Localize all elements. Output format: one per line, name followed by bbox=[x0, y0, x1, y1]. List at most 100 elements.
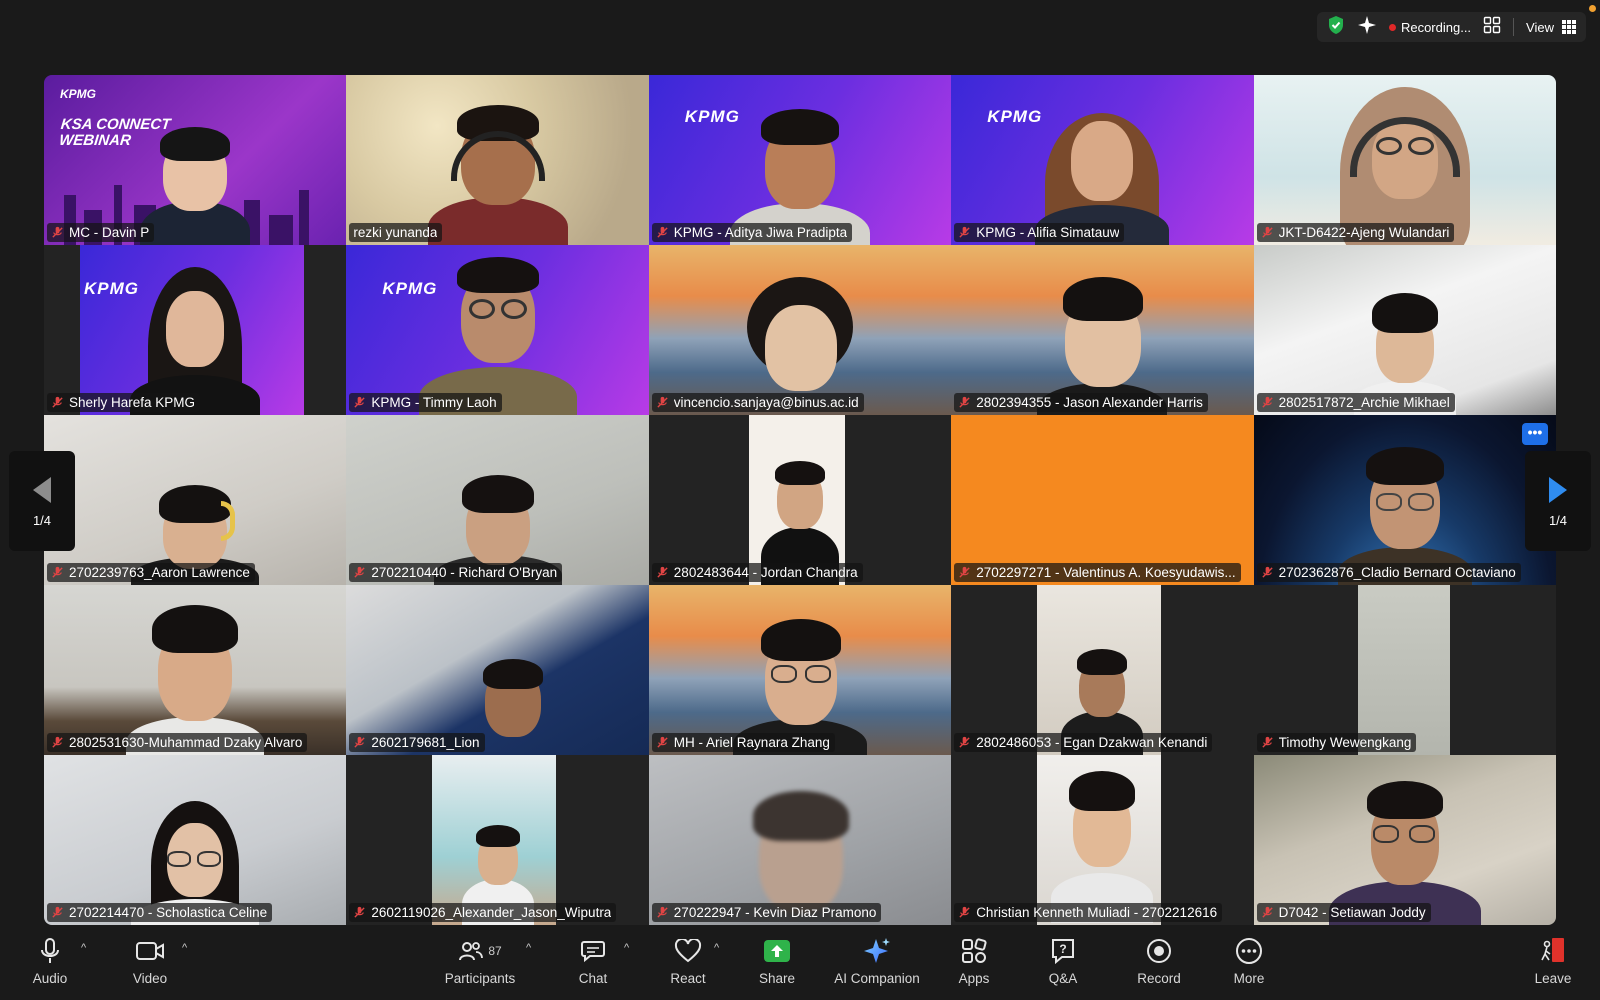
mic-muted-icon bbox=[959, 566, 970, 578]
video-tile[interactable]: 2802517872_Archie Mikhael bbox=[1253, 245, 1556, 415]
participant-video bbox=[120, 599, 270, 755]
more-button[interactable]: More bbox=[1229, 934, 1269, 996]
video-tile[interactable]: Timothy Wewengkang bbox=[1253, 585, 1556, 755]
leave-door-icon bbox=[1541, 938, 1564, 962]
topbar-divider bbox=[1513, 18, 1515, 36]
chat-options-chevron-icon[interactable]: ^ bbox=[624, 942, 629, 954]
video-tile[interactable]: 2702214470 - Scholastica Celine bbox=[44, 755, 347, 925]
mic-muted-icon bbox=[1261, 906, 1273, 918]
participant-name-label: KPMG - Timmy Laoh bbox=[349, 393, 502, 412]
page-indicator: 1/4 bbox=[32, 512, 52, 528]
video-tile[interactable]: 2702210440 - Richard O'Bryan bbox=[346, 415, 649, 585]
participant-name-label: 270222947 - Kevin Diaz Pramono bbox=[651, 903, 882, 922]
view-button[interactable]: View bbox=[1526, 20, 1576, 35]
ai-companion-sparkle-icon bbox=[864, 938, 890, 963]
video-gallery: KPMG KSA CONNECT WEBINAR MC - Davin P re… bbox=[44, 75, 1556, 925]
participant-name-label: 2702362876_Cladio Bernard Octaviano bbox=[1256, 563, 1521, 582]
video-tile[interactable]: 2802486053 - Egan Dzakwan Kenandi bbox=[951, 585, 1254, 755]
mic-muted-icon bbox=[52, 396, 63, 408]
grid-layout-icon[interactable] bbox=[1483, 16, 1501, 39]
video-tile[interactable]: 2602179681_Lion bbox=[346, 585, 649, 755]
previous-page-button[interactable]: 1/4 bbox=[9, 451, 75, 551]
react-button[interactable]: React bbox=[667, 934, 709, 996]
mic-muted-icon bbox=[354, 906, 366, 918]
video-tile[interactable]: MH - Ariel Raynara Zhang bbox=[648, 585, 952, 755]
video-tile[interactable]: vincencio.sanjaya@binus.ac.id bbox=[648, 245, 952, 415]
video-tile[interactable]: D7042 - Setiawan Joddy bbox=[1253, 755, 1556, 925]
chat-button[interactable]: Chat bbox=[573, 934, 613, 996]
participants-button[interactable]: 87 Participants bbox=[440, 934, 520, 996]
participant-name-label: 2602179681_Lion bbox=[349, 733, 485, 752]
participant-name-label: 2802486053 - Egan Dzakwan Kenandi bbox=[954, 733, 1213, 752]
leave-button[interactable]: Leave bbox=[1533, 934, 1573, 996]
participant-name-label: 2702297271 - Valentinus A. Koesyudawis..… bbox=[954, 563, 1241, 582]
record-icon bbox=[1147, 939, 1171, 963]
video-tile[interactable]: KPMG Sherly Harefa KPMG bbox=[44, 245, 347, 415]
react-options-chevron-icon[interactable]: ^ bbox=[714, 942, 719, 954]
video-tile[interactable]: 2802531630-Muhammad Dzaky Alvaro bbox=[44, 585, 347, 755]
participant-name-label: 2702239763_Aaron Lawrence bbox=[47, 563, 255, 582]
video-tile[interactable]: KPMG KPMG - Alifia Simatauw bbox=[951, 75, 1254, 245]
question-bubble-icon: ? bbox=[1052, 939, 1074, 964]
qa-button[interactable]: ? Q&A bbox=[1043, 934, 1083, 996]
mic-muted-icon bbox=[959, 396, 970, 408]
recording-indicator[interactable]: Recording... bbox=[1388, 20, 1471, 35]
video-tile[interactable]: KPMG KPMG - Aditya Jiwa Pradipta bbox=[648, 75, 952, 245]
participants-icon bbox=[459, 942, 484, 961]
arrow-left-icon bbox=[33, 476, 51, 503]
kpmg-logo: KPMG bbox=[60, 87, 96, 101]
participant-name-label: vincencio.sanjaya@binus.ac.id bbox=[651, 393, 864, 412]
participant-video bbox=[1320, 81, 1490, 245]
tile-more-options-button[interactable]: ••• bbox=[1521, 423, 1548, 445]
video-tile[interactable]: 270222947 - Kevin Diaz Pramono bbox=[648, 755, 952, 925]
participant-video bbox=[1047, 763, 1157, 923]
chat-bubble-icon bbox=[581, 941, 605, 963]
meeting-status-bar: Recording... View bbox=[1316, 12, 1586, 42]
audio-button[interactable]: Audio bbox=[30, 934, 70, 996]
record-button[interactable]: Record bbox=[1134, 934, 1184, 996]
sparkle-icon[interactable] bbox=[1357, 15, 1377, 40]
participants-options-chevron-icon[interactable]: ^ bbox=[526, 942, 531, 954]
apps-icon bbox=[962, 938, 987, 963]
mic-muted-icon bbox=[657, 906, 668, 918]
participant-name-label: Sherly Harefa KPMG bbox=[47, 393, 201, 412]
participant-name-label: Christian Kenneth Muliadi - 2702212616 bbox=[954, 903, 1223, 922]
mic-muted-icon bbox=[657, 566, 668, 578]
mic-muted-icon bbox=[52, 226, 63, 238]
microphone-icon bbox=[41, 938, 59, 963]
participant-name-label: 2702214470 - Scholastica Celine bbox=[47, 903, 273, 922]
video-tile[interactable]: Christian Kenneth Muliadi - 2702212616 bbox=[951, 755, 1254, 925]
video-tile[interactable]: KPMG KSA CONNECT WEBINAR MC - Davin P bbox=[44, 75, 347, 245]
share-screen-button[interactable]: Share bbox=[757, 934, 797, 996]
participant-name-label: MH - Ariel Raynara Zhang bbox=[651, 733, 835, 752]
participant-name-label: KPMG - Aditya Jiwa Pradipta bbox=[651, 223, 853, 242]
participant-name-label: 2802483644 - Jordan Chandra bbox=[651, 563, 863, 582]
video-tile-active-speaker[interactable]: rezki yunanda bbox=[346, 75, 649, 245]
shield-icon[interactable] bbox=[1327, 15, 1345, 40]
meeting-toolbar: Audio ^ Video ^ 87 Participants ^ Chat ^… bbox=[0, 928, 1600, 1000]
video-tile[interactable]: 2802483644 - Jordan Chandra bbox=[648, 415, 952, 585]
video-tile[interactable]: ••• 2702362876_Cladio Bernard Octaviano bbox=[1253, 415, 1556, 585]
next-page-button[interactable]: 1/4 bbox=[1525, 451, 1591, 551]
audio-options-chevron-icon[interactable]: ^ bbox=[81, 942, 86, 954]
page-indicator: 1/4 bbox=[1548, 512, 1568, 528]
svg-text:?: ? bbox=[1059, 942, 1066, 956]
video-tile[interactable]: KPMG KPMG - Timmy Laoh bbox=[346, 245, 649, 415]
video-tile[interactable]: 2802394355 - Jason Alexander Harris bbox=[951, 245, 1254, 415]
more-dots-icon bbox=[1236, 938, 1262, 964]
participant-name-label: KPMG - Alifia Simatauw bbox=[954, 223, 1125, 242]
ai-companion-button[interactable]: AI Companion bbox=[830, 934, 924, 996]
participant-name-label: 2602119026_Alexander_Jason_Wiputra bbox=[349, 903, 617, 922]
video-tile[interactable]: JKT-D6422-Ajeng Wulandari bbox=[1253, 75, 1556, 245]
video-options-chevron-icon[interactable]: ^ bbox=[182, 942, 187, 954]
video-tile[interactable]: 2602119026_Alexander_Jason_Wiputra bbox=[346, 755, 649, 925]
participant-name-label: 2802394355 - Jason Alexander Harris bbox=[954, 393, 1208, 412]
video-camera-icon bbox=[136, 942, 164, 960]
video-tile[interactable]: 2702297271 - Valentinus A. Koesyudawis..… bbox=[951, 415, 1254, 585]
apps-button[interactable]: Apps bbox=[954, 934, 994, 996]
video-button[interactable]: Video bbox=[127, 934, 173, 996]
participant-name-label: Timothy Wewengkang bbox=[1256, 733, 1417, 752]
mic-muted-icon bbox=[657, 396, 668, 408]
participant-name-label: D7042 - Setiawan Joddy bbox=[1256, 903, 1431, 922]
video-tile[interactable]: 2702239763_Aaron Lawrence bbox=[44, 415, 347, 585]
